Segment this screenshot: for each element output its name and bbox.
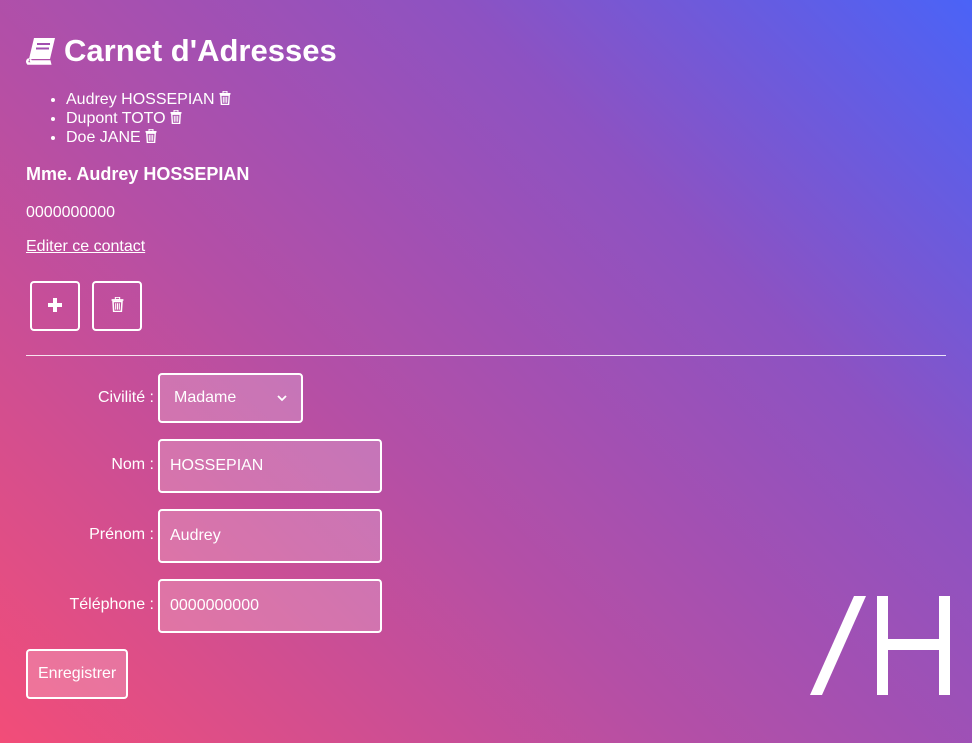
contact-list: Audrey HOSSEPIAN Dupont TOTO Doe JANE <box>26 90 231 148</box>
civilite-select[interactable]: Madame <box>158 373 303 423</box>
plus-icon <box>48 297 62 315</box>
ah-logo-icon <box>810 594 952 700</box>
prenom-input[interactable]: Audrey <box>158 509 382 563</box>
chevron-down-icon <box>277 389 287 407</box>
list-item[interactable]: Audrey HOSSEPIAN <box>66 90 231 110</box>
trash-icon[interactable] <box>170 109 182 129</box>
telephone-label: Téléphone : <box>69 596 154 613</box>
contact-list-label[interactable]: Dupont TOTO <box>66 110 166 127</box>
page-title-text: Carnet d'Adresses <box>64 33 337 68</box>
trash-icon[interactable] <box>145 128 157 148</box>
nom-input[interactable]: HOSSEPIAN <box>158 439 382 493</box>
telephone-input[interactable]: 0000000000 <box>158 579 382 633</box>
contact-list-label[interactable]: Doe JANE <box>66 129 141 146</box>
list-item[interactable]: Dupont TOTO <box>66 109 231 129</box>
edit-contact-link[interactable]: Editer ce contact <box>26 238 145 256</box>
contact-phone: 0000000000 <box>26 204 115 221</box>
delete-contact-button[interactable] <box>92 281 142 331</box>
book-icon <box>26 37 56 65</box>
add-contact-button[interactable] <box>30 281 80 331</box>
page-title: Carnet d'Adresses <box>26 32 337 70</box>
nom-label: Nom : <box>111 456 154 473</box>
prenom-label: Prénom : <box>89 526 154 543</box>
contact-list-label[interactable]: Audrey HOSSEPIAN <box>66 91 215 108</box>
save-button[interactable]: Enregistrer <box>26 649 129 699</box>
trash-icon[interactable] <box>219 90 231 110</box>
list-item[interactable]: Doe JANE <box>66 128 231 148</box>
contact-heading: Mme. Audrey HOSSEPIAN <box>26 164 250 184</box>
divider <box>26 355 946 356</box>
civilite-select-value: Madame <box>174 389 237 406</box>
civilite-label: Civilité : <box>97 389 154 406</box>
trash-icon <box>111 296 124 315</box>
